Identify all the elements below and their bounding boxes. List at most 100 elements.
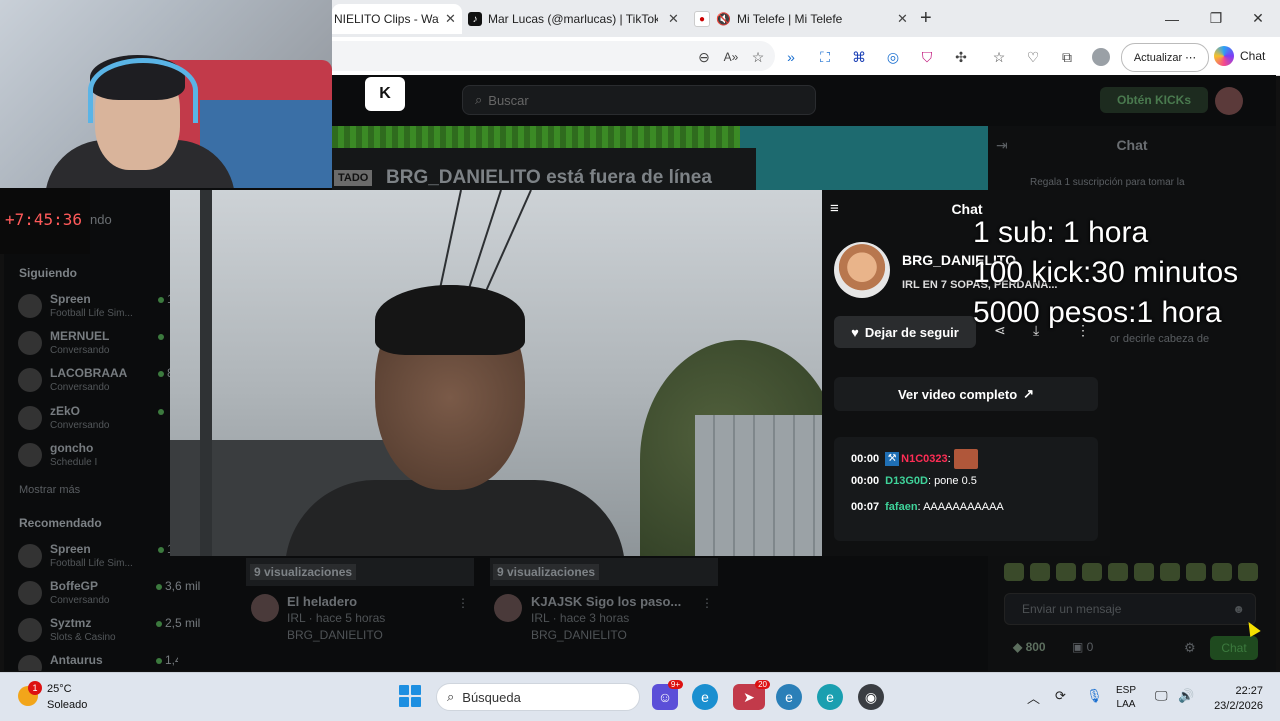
weather-temperature[interactable]: 25°C xyxy=(47,683,72,695)
language-indicator[interactable]: ESP LAA xyxy=(1116,684,1136,712)
emote[interactable] xyxy=(1108,563,1128,581)
show-more-link[interactable]: Mostrar más xyxy=(19,484,80,496)
sync-icon[interactable]: ⟳ xyxy=(1055,688,1066,704)
close-tab-icon[interactable]: ✕ xyxy=(897,11,908,27)
chat-message-input[interactable]: Enviar un mensaje ☻ xyxy=(1004,593,1256,625)
minimize-icon[interactable]: — xyxy=(1150,0,1194,37)
ublock-icon[interactable]: ⛉ xyxy=(916,46,938,68)
sidebar-item-name: Spreen xyxy=(50,542,91,556)
clip-title[interactable]: KJAJSK Sigo los paso... xyxy=(531,594,681,609)
emote[interactable] xyxy=(1056,563,1076,581)
restore-icon[interactable]: ❐ xyxy=(1194,0,1238,37)
emote[interactable] xyxy=(1134,563,1154,581)
channel-avatar[interactable] xyxy=(834,242,890,298)
tab-telefe[interactable]: ● 🔇 Mi Telefe | Mi Telefe ✕ xyxy=(694,4,912,34)
edge-dev-icon[interactable]: e xyxy=(817,684,843,710)
tab-title: NIELITO Clips - Watch xyxy=(334,12,439,26)
clip-meta: IRL · hace 5 horas xyxy=(287,611,386,625)
emote[interactable] xyxy=(1186,563,1206,581)
sidebar-item-goncho[interactable]: goncho Schedule I xyxy=(18,441,178,477)
sidebar-item-zeko[interactable]: zEkO Conversando xyxy=(18,404,178,440)
clip-channel[interactable]: BRG_DANIELITO xyxy=(287,628,383,642)
close-tab-icon[interactable]: ✕ xyxy=(445,11,456,27)
close-tab-icon[interactable]: ✕ xyxy=(668,11,679,27)
emote[interactable] xyxy=(1160,563,1180,581)
sidebar-item-lacobraaa[interactable]: LACOBRAAA Conversando 8 xyxy=(18,366,178,402)
send-chat-button[interactable]: Chat xyxy=(1210,636,1258,660)
message-user[interactable]: N1C0323 xyxy=(901,453,947,465)
avatar[interactable] xyxy=(494,594,522,622)
copilot-chat-label: Chat xyxy=(1240,49,1266,63)
read-aloud-icon[interactable]: A» xyxy=(720,46,742,68)
message-user[interactable]: D13G0D xyxy=(885,475,928,487)
sidebar-item-spreen[interactable]: Spreen Football Life Sim... 1( xyxy=(18,292,178,328)
clip-channel[interactable]: BRG_DANIELITO xyxy=(531,628,627,642)
volume-icon[interactable]: 🔊 xyxy=(1178,688,1194,704)
user-avatar[interactable] xyxy=(1215,87,1243,115)
microphone-icon[interactable]: 🎙 xyxy=(1086,688,1103,704)
extension-icon[interactable]: ⌘ xyxy=(848,46,870,68)
weather-condition[interactable]: Soleado xyxy=(47,699,87,711)
avatar[interactable] xyxy=(251,594,279,622)
clip-title[interactable]: El heladero xyxy=(287,594,357,609)
sidebar-item-syztmz[interactable]: Syztmz Slots & Casino 2,5 mil xyxy=(18,616,200,652)
emote[interactable] xyxy=(1030,563,1050,581)
new-tab-button[interactable]: + xyxy=(920,7,932,30)
screenshot-icon[interactable]: ⛶ xyxy=(814,46,836,68)
muted-speaker-icon[interactable]: 🔇 xyxy=(716,12,731,26)
edge-beta-icon[interactable]: e xyxy=(776,684,802,710)
search-input[interactable]: ⌕ Buscar xyxy=(462,85,816,115)
tab-kick-clips[interactable]: NIELITO Clips - Watch ✕ xyxy=(332,4,462,34)
sidebar-item-spreen-rec[interactable]: Spreen Football Life Sim... 1( xyxy=(18,542,178,578)
extensions-puzzle-icon[interactable]: ✣ xyxy=(950,46,972,68)
sidebar-item-boffegp[interactable]: BoffeGP Conversando 3,6 mil xyxy=(18,579,200,615)
sidebar-item-category: Football Life Sim... xyxy=(50,308,133,319)
kick-logo[interactable]: K xyxy=(365,77,405,111)
network-icon[interactable]: 🖵 xyxy=(1155,688,1168,704)
full-video-button[interactable]: Ver video completo ↗ xyxy=(834,377,1098,411)
emote[interactable] xyxy=(1212,563,1232,581)
sidebar-item-mernuel[interactable]: MERNUEL Conversando xyxy=(18,329,178,365)
sidebar-item-antaurus[interactable]: Antaurus 1,4 mil xyxy=(18,653,178,671)
sidebar-item-category: Conversando xyxy=(50,595,110,606)
clip-video-player[interactable] xyxy=(170,190,822,556)
chat-message: 00:00 D13G0D: pone 0.5 xyxy=(851,475,977,487)
emote[interactable] xyxy=(1004,563,1024,581)
emoji-icon[interactable]: ☻ xyxy=(1232,602,1245,616)
gift-count[interactable]: ▣ 0 xyxy=(1072,640,1093,654)
profile-icon[interactable] xyxy=(1090,46,1112,68)
extension-icon[interactable]: » xyxy=(780,46,802,68)
collapse-chat-icon[interactable]: ⇥ xyxy=(996,137,1008,154)
message-user[interactable]: fafaen xyxy=(885,501,917,513)
tab-tiktok[interactable]: ♪ Mar Lucas (@marlucas) | TikTok ✕ xyxy=(468,4,688,34)
zoom-out-icon[interactable]: ⊖ xyxy=(693,46,715,68)
channel-points[interactable]: ◆ 800 xyxy=(1013,640,1046,654)
unfollow-button[interactable]: ♥ Dejar de seguir xyxy=(834,316,976,348)
more-options-icon[interactable]: ⋮ xyxy=(701,596,713,610)
sidebar-item-name: LACOBRAAA xyxy=(50,366,128,380)
taskbar-search[interactable]: ⌕ Búsqueda xyxy=(436,683,640,711)
favorite-star-icon[interactable]: ☆ xyxy=(747,46,769,68)
edge-icon[interactable]: e xyxy=(692,684,718,710)
avatar xyxy=(18,544,42,568)
telegram-app-icon[interactable]: ➤ 20 xyxy=(733,680,770,710)
chat-settings-gear-icon[interactable]: ⚙ xyxy=(1184,640,1196,656)
more-options-icon[interactable]: ⋮ xyxy=(457,596,469,610)
system-clock[interactable]: 22:27 23/2/2026 xyxy=(1207,684,1263,714)
collapse-chat-icon[interactable]: ≡ xyxy=(830,200,839,217)
close-window-icon[interactable]: ✕ xyxy=(1236,0,1280,37)
extension-icon[interactable]: ◎ xyxy=(882,46,904,68)
emote[interactable] xyxy=(1082,563,1102,581)
obs-icon[interactable]: ◉ xyxy=(858,684,884,710)
emote[interactable] xyxy=(1238,563,1258,581)
update-button[interactable]: Actualizar ⋯ xyxy=(1121,43,1209,72)
points-value: 800 xyxy=(1025,640,1046,654)
get-kicks-button[interactable]: Obtén KICKs xyxy=(1100,87,1208,113)
show-hidden-icons[interactable]: ︿ xyxy=(1027,688,1040,707)
collections-icon[interactable]: ☆ xyxy=(988,46,1010,68)
discord-icon[interactable]: ☺ 9+ xyxy=(652,680,683,710)
copilot-chat-button[interactable]: Chat xyxy=(1214,45,1265,67)
browser-essentials-icon[interactable]: ♡ xyxy=(1022,46,1044,68)
collections-icon[interactable]: ⧉ xyxy=(1056,46,1078,68)
windows-start-icon[interactable] xyxy=(399,685,421,707)
